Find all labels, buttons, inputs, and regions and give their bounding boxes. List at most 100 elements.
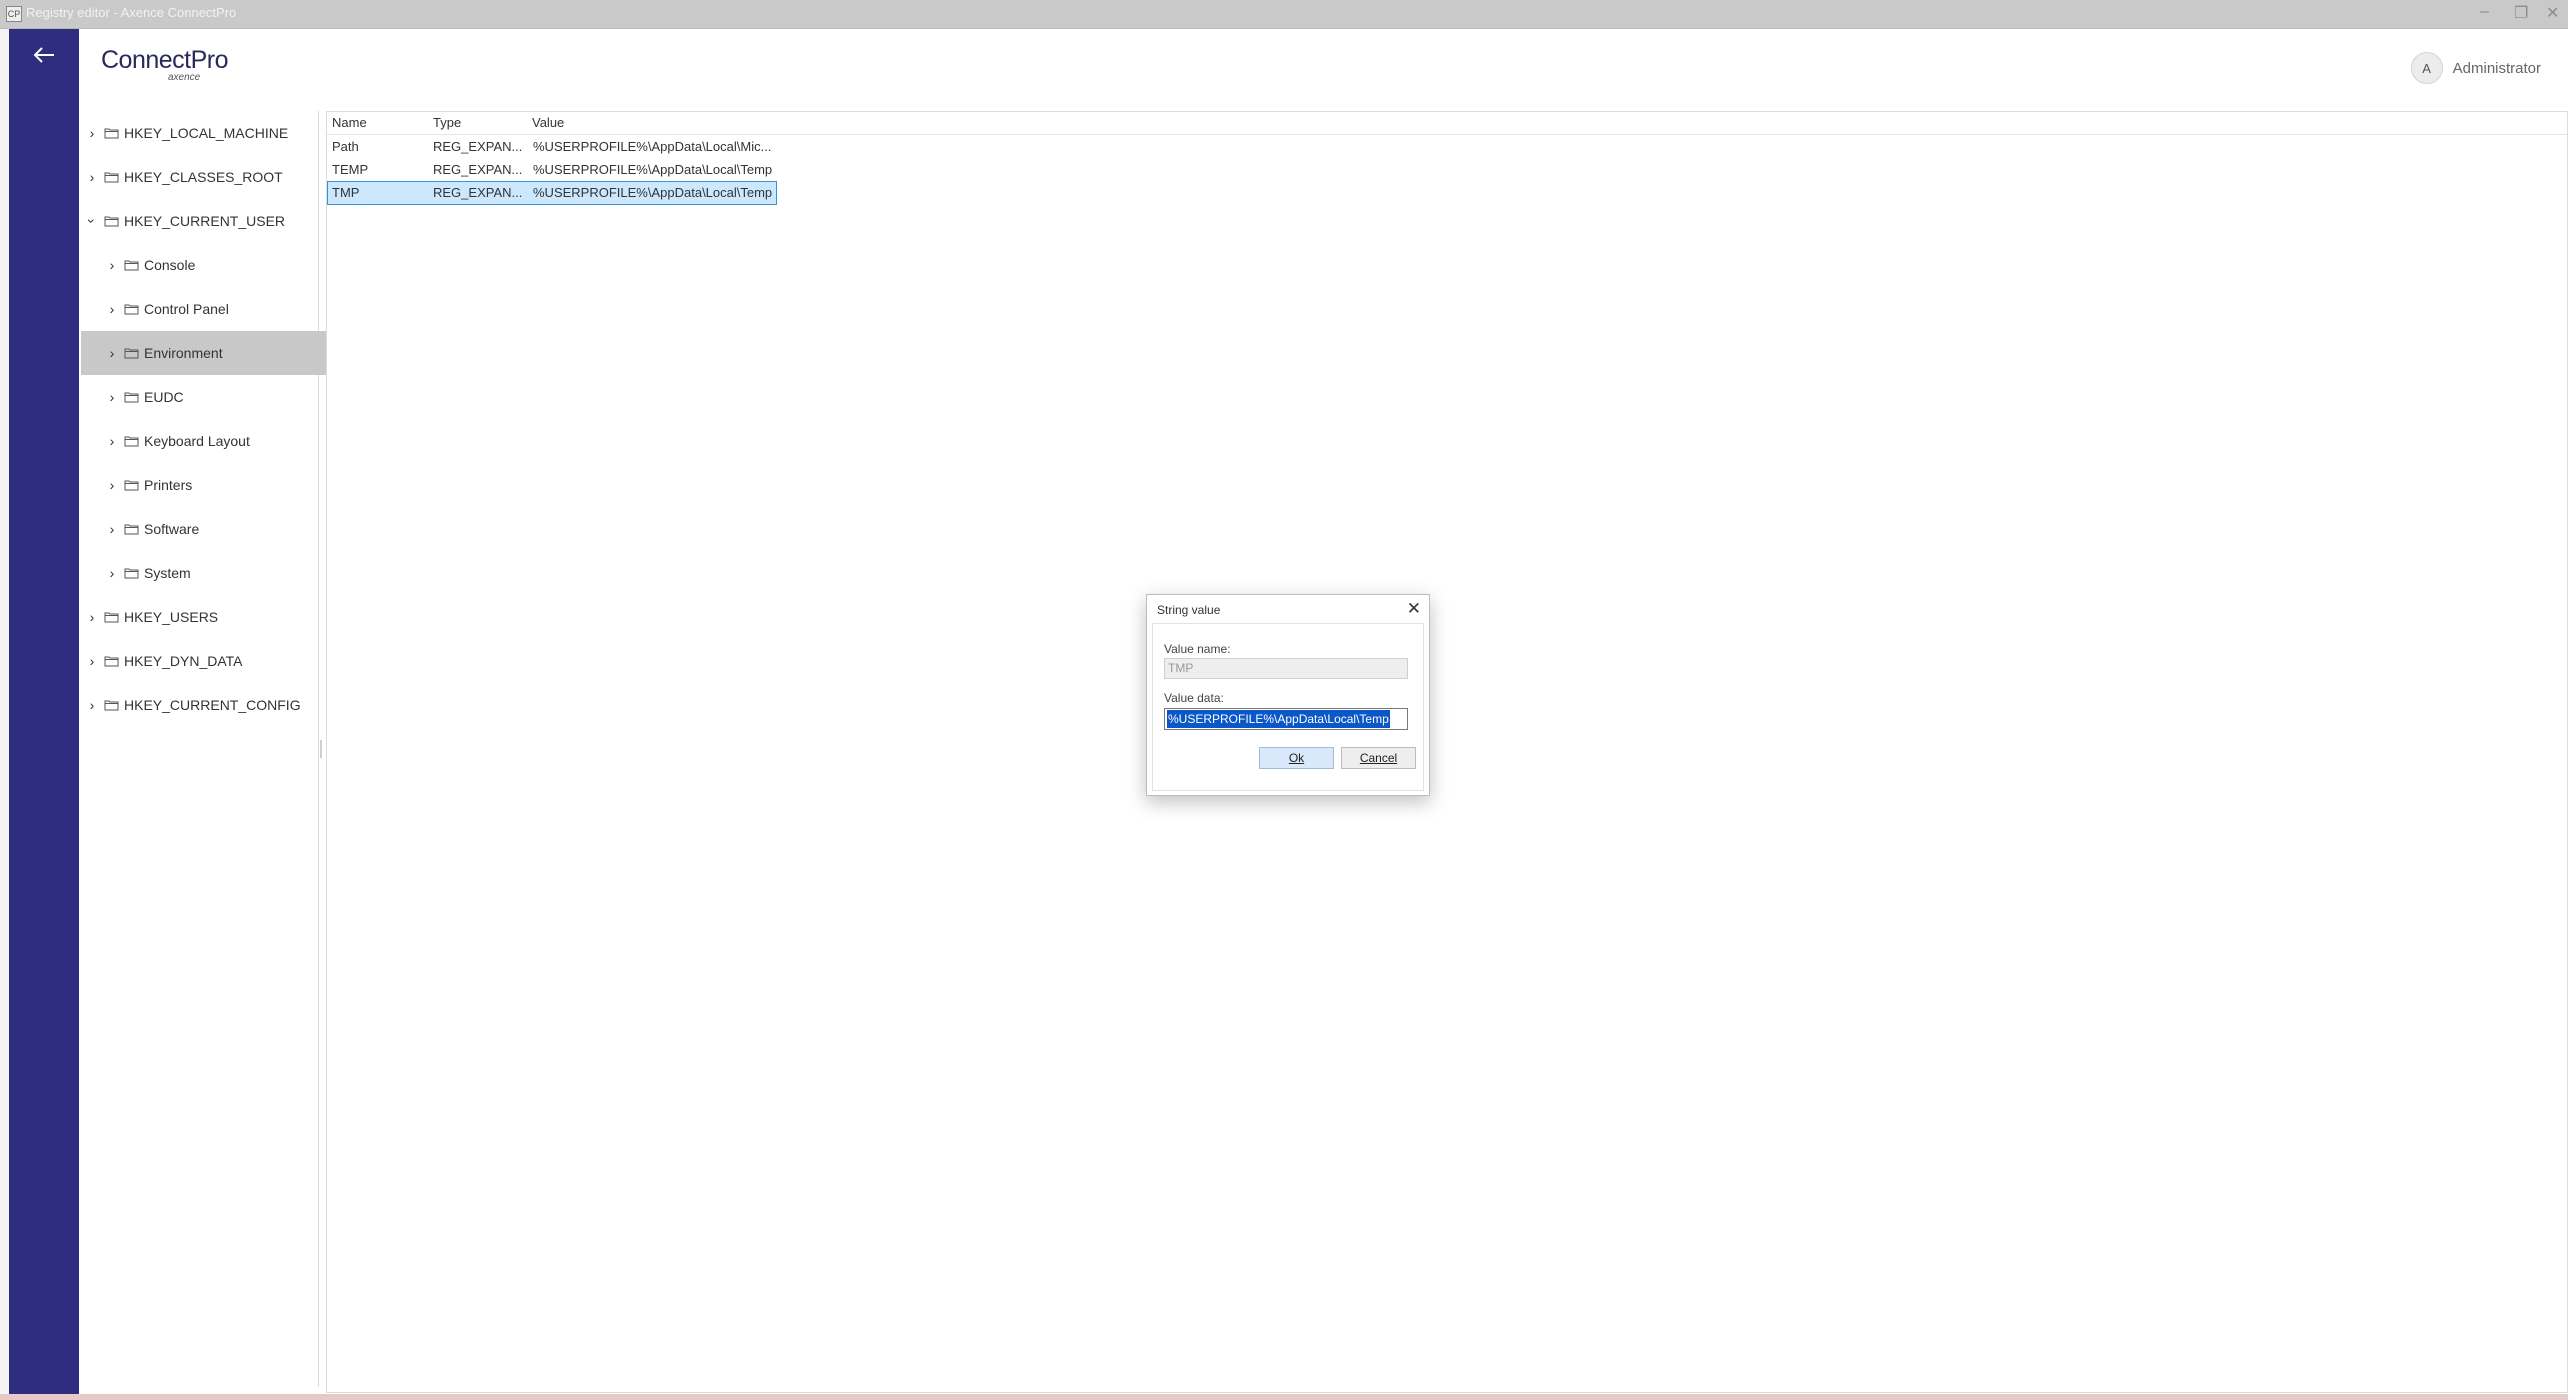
cell-name: TMP — [332, 185, 360, 200]
value-name-label: Value name: — [1164, 642, 1231, 656]
chevron-down-icon[interactable]: › — [84, 215, 100, 227]
folder-icon — [124, 348, 139, 359]
tree-item-eudc[interactable]: › EUDC — [81, 375, 343, 419]
folder-icon — [124, 392, 139, 403]
panel-splitter[interactable] — [320, 740, 322, 758]
tree-item-software[interactable]: › Software — [81, 507, 343, 551]
folder-icon — [104, 216, 119, 227]
cell-type: REG_EXPAN... — [433, 139, 523, 154]
tree-item-label: System — [144, 565, 191, 581]
folder-icon — [124, 436, 139, 447]
tree-item-hkey-current-config[interactable]: › HKEY_CURRENT_CONFIG — [81, 683, 323, 727]
chevron-right-icon[interactable]: › — [106, 257, 118, 273]
cell-value: %USERPROFILE%\AppData\Local\Temp — [533, 185, 773, 200]
back-button[interactable] — [9, 29, 79, 81]
chevron-right-icon[interactable]: › — [106, 477, 118, 493]
tree-item-environment[interactable]: › Environment — [81, 331, 343, 375]
folder-icon — [104, 700, 119, 711]
window-title: Registry editor - Axence ConnectPro — [26, 5, 237, 20]
tree-item-label: HKEY_CURRENT_CONFIG — [124, 697, 301, 713]
tree-item-label: HKEY_CURRENT_USER — [124, 213, 286, 229]
cell-type: REG_EXPAN... — [433, 185, 523, 200]
column-header-value[interactable]: Value — [532, 112, 564, 134]
string-value-dialog: String value ✕ Value name: TMP Value dat… — [1146, 594, 1430, 796]
value-data-selected-text: %USERPROFILE%\AppData\Local\Temp — [1167, 710, 1390, 728]
cell-value: %USERPROFILE%\AppData\Local\Mic... — [533, 139, 772, 154]
tree-item-printers[interactable]: › Printers — [81, 463, 343, 507]
user-menu[interactable]: A Administrator — [2410, 52, 2541, 84]
tree-item-label: EUDC — [144, 389, 184, 405]
logo-sub: axence — [168, 72, 201, 83]
avatar: A — [2410, 52, 2443, 84]
column-header-type[interactable]: Type — [433, 112, 461, 134]
chevron-right-icon[interactable]: › — [86, 653, 98, 669]
app-icon: CP — [6, 6, 22, 22]
folder-icon — [104, 656, 119, 667]
minimize-icon[interactable]: – — [2480, 3, 2489, 21]
tree-item-console[interactable]: › Console — [81, 243, 343, 287]
folder-icon — [124, 304, 139, 315]
table-row-selected[interactable]: TMP REG_EXPAN... %USERPROFILE%\AppData\L… — [327, 181, 777, 205]
tree-item-label: Control Panel — [144, 301, 229, 317]
connectpro-logo: ConnectPro axence — [101, 46, 229, 83]
value-data-field[interactable]: %USERPROFILE%\AppData\Local\Temp — [1164, 708, 1408, 730]
chevron-right-icon[interactable]: › — [86, 609, 98, 625]
tree-item-system[interactable]: › System — [81, 551, 343, 595]
logo-brand: ConnectPro — [101, 46, 229, 74]
chevron-right-icon[interactable]: › — [106, 345, 118, 361]
tree-item-keyboard-layout[interactable]: › Keyboard Layout — [81, 419, 343, 463]
tree-item-hkey-users[interactable]: › HKEY_USERS — [81, 595, 323, 639]
chevron-right-icon[interactable]: › — [106, 521, 118, 537]
values-table: Name Type Value Path REG_EXPAN... %USERP… — [326, 111, 2568, 1393]
folder-icon — [104, 612, 119, 623]
column-header-name[interactable]: Name — [332, 112, 367, 134]
close-icon[interactable]: ✕ — [1407, 599, 1421, 619]
registry-tree: › HKEY_LOCAL_MACHINE › HKEY_CLASSES_ROOT… — [81, 111, 343, 1387]
chevron-right-icon[interactable]: › — [106, 433, 118, 449]
tree-item-label: Keyboard Layout — [144, 433, 250, 449]
cancel-button[interactable]: Cancel — [1341, 747, 1416, 769]
table-row[interactable]: TEMP REG_EXPAN... %USERPROFILE%\AppData\… — [327, 159, 777, 181]
window-edge — [0, 29, 9, 1395]
tree-item-label: HKEY_USERS — [124, 609, 219, 625]
tree-item-control-panel[interactable]: › Control Panel — [81, 287, 343, 331]
chevron-right-icon[interactable]: › — [106, 565, 118, 581]
tree-item-label: Printers — [144, 477, 193, 493]
cell-name: Path — [332, 139, 359, 154]
close-window-icon[interactable]: ✕ — [2546, 3, 2559, 23]
nav-rail — [9, 29, 79, 1395]
tree-item-label: HKEY_DYN_DATA — [124, 653, 243, 669]
tree-item-label: Console — [144, 257, 196, 273]
tree-item-hkey-local-machine[interactable]: › HKEY_LOCAL_MACHINE — [81, 111, 323, 155]
tree-item-label: Environment — [144, 345, 223, 361]
chevron-right-icon[interactable]: › — [106, 301, 118, 317]
folder-icon — [124, 480, 139, 491]
folder-icon — [124, 524, 139, 535]
chevron-right-icon[interactable]: › — [86, 169, 98, 185]
tree-item-label: Software — [144, 521, 200, 537]
user-name: Administrator — [2452, 59, 2541, 77]
table-header: Name Type Value — [327, 112, 2567, 135]
chevron-right-icon[interactable]: › — [106, 389, 118, 405]
dialog-titlebar[interactable]: String value ✕ — [1147, 595, 1429, 623]
tree-item-hkey-current-user[interactable]: › HKEY_CURRENT_USER — [81, 199, 323, 243]
chevron-right-icon[interactable]: › — [86, 697, 98, 713]
table-row[interactable]: Path REG_EXPAN... %USERPROFILE%\AppData\… — [327, 136, 777, 158]
value-name-field: TMP — [1164, 658, 1408, 679]
window-titlebar: CP Registry editor - Axence ConnectPro –… — [0, 0, 2568, 29]
ok-button[interactable]: Ok — [1259, 747, 1334, 769]
cell-name: TEMP — [332, 162, 369, 177]
cell-type: REG_EXPAN... — [433, 162, 523, 177]
value-data-label: Value data: — [1164, 691, 1224, 705]
dialog-title: String value — [1157, 603, 1221, 617]
folder-icon — [124, 260, 139, 271]
taskbar-edge — [0, 1394, 2568, 1400]
tree-item-label: HKEY_CLASSES_ROOT — [124, 169, 283, 185]
tree-item-hkey-dyn-data[interactable]: › HKEY_DYN_DATA — [81, 639, 323, 683]
restore-icon[interactable]: ❐ — [2514, 3, 2528, 23]
arrow-left-icon — [33, 47, 54, 63]
cell-value: %USERPROFILE%\AppData\Local\Temp — [533, 162, 773, 177]
chevron-right-icon[interactable]: › — [86, 125, 98, 141]
tree-item-label: HKEY_LOCAL_MACHINE — [124, 125, 289, 141]
tree-item-hkey-classes-root[interactable]: › HKEY_CLASSES_ROOT — [81, 155, 323, 199]
